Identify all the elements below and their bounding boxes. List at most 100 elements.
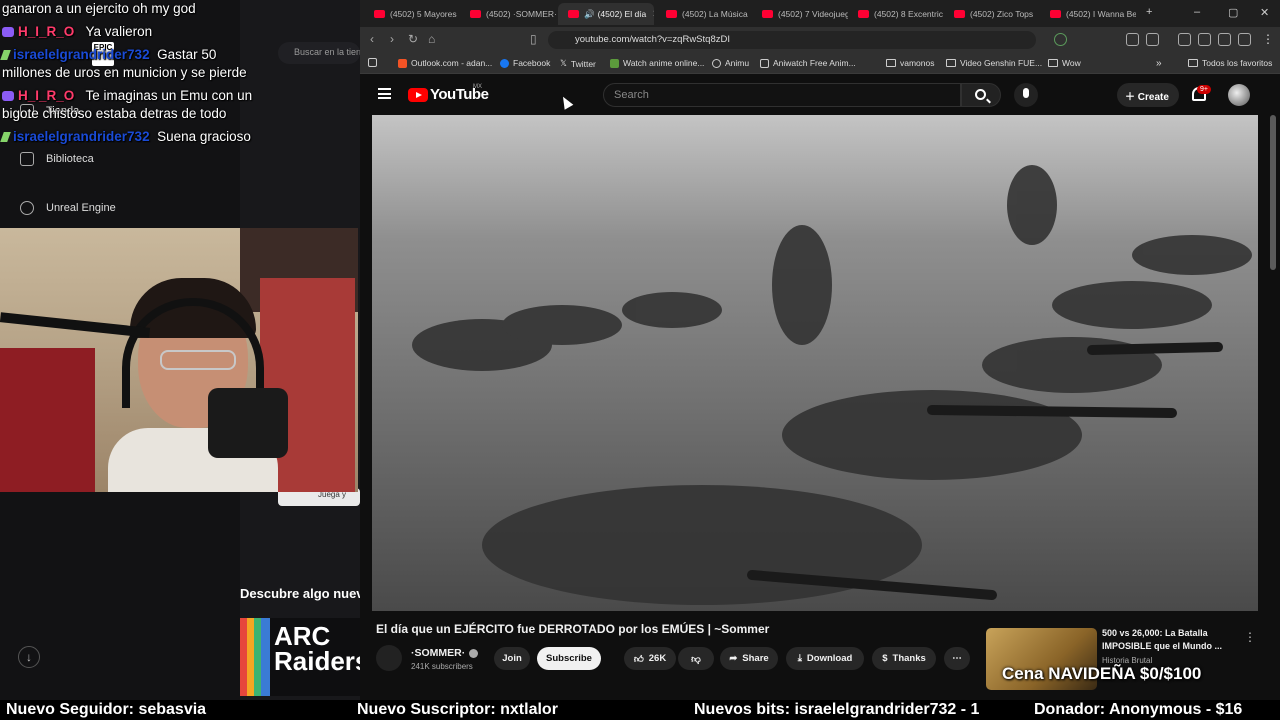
extension-icon[interactable] bbox=[1126, 33, 1139, 46]
join-button[interactable]: Join bbox=[494, 647, 530, 670]
back-icon[interactable]: ‹ bbox=[370, 32, 374, 46]
folder-icon bbox=[886, 59, 896, 67]
share-icon: ➦ bbox=[729, 653, 738, 664]
bookmark-animu[interactable]: Animu bbox=[712, 58, 749, 68]
alert-ticker: Nuevo Seguidor: sebasvia Nuevo Suscripto… bbox=[0, 700, 1280, 720]
search-button[interactable] bbox=[961, 83, 1001, 107]
cam-chair bbox=[0, 348, 95, 492]
bookmark-twitter[interactable]: 𝕏 Twitter bbox=[560, 58, 596, 69]
tab[interactable]: (4502) I Wanna Be bbox=[1040, 3, 1136, 25]
bookmarks-overflow-icon[interactable]: » bbox=[1156, 58, 1162, 69]
recommended-title[interactable]: 500 vs 26,000: La Batalla IMPOSIBLE que … bbox=[1102, 627, 1242, 653]
bookmark-icon[interactable]: ▯ bbox=[530, 32, 537, 46]
thanks-button[interactable]: $ Thanks bbox=[872, 647, 936, 670]
notification-count-badge: 9+ bbox=[1197, 85, 1211, 94]
epic-nav-library[interactable]: Biblioteca bbox=[20, 152, 94, 166]
youtube-favicon-icon bbox=[470, 10, 481, 18]
chat-message: ganaron a un ejercito oh my god bbox=[2, 1, 196, 16]
tab[interactable]: (4502) La Música bbox=[656, 3, 752, 25]
bookmark-facebook[interactable]: Facebook bbox=[500, 58, 550, 68]
ticker-bits: Nuevos bits: israelelgrandrider732 - 1 bbox=[694, 701, 980, 718]
close-window-icon[interactable]: ✕ bbox=[1260, 6, 1269, 19]
minimize-icon[interactable]: – bbox=[1194, 6, 1200, 18]
dislike-button[interactable]: 👎︎ bbox=[678, 647, 714, 670]
reload-icon[interactable]: ↻ bbox=[408, 32, 418, 46]
epic-search-input[interactable]: Buscar en la tienda bbox=[278, 42, 360, 64]
verified-icon bbox=[469, 648, 479, 658]
gamepad-badge-icon bbox=[2, 91, 14, 102]
tab[interactable]: (4502) 8 Excentric bbox=[848, 3, 944, 25]
bookmark-aniwatch[interactable]: Aniwatch Free Anim... bbox=[760, 58, 856, 68]
soldier bbox=[622, 292, 722, 328]
forward-icon[interactable]: › bbox=[390, 32, 394, 46]
tab[interactable]: (4502) 7 Videojuegos bbox=[752, 3, 848, 25]
aniwatch-icon bbox=[760, 58, 769, 68]
home-icon[interactable]: ⌂ bbox=[428, 32, 435, 46]
subscribe-button[interactable]: Subscribe bbox=[537, 647, 601, 670]
library-icon bbox=[20, 152, 34, 166]
new-tab-icon[interactable]: + bbox=[1146, 6, 1152, 18]
bookmark-outlook[interactable]: Outlook.com - adan... bbox=[398, 58, 492, 68]
extension-icon[interactable] bbox=[1146, 33, 1159, 46]
all-bookmarks-folder[interactable]: Todos los favoritos bbox=[1188, 58, 1272, 68]
music-icon[interactable] bbox=[1178, 33, 1191, 46]
channel-avatar[interactable] bbox=[376, 645, 402, 671]
epic-discover-heading: Descubre algo nuevo bbox=[240, 586, 372, 601]
close-tab-icon[interactable]: ✕ bbox=[652, 9, 654, 20]
facebook-icon bbox=[500, 58, 509, 68]
more-actions-icon[interactable]: ⋯ bbox=[944, 647, 970, 670]
bookmark-anime[interactable]: Watch anime online... bbox=[610, 58, 704, 68]
search-icon bbox=[975, 89, 986, 100]
tab-strip: (4502) 5 Mayores (4502) ·SOMMER· 🔊 (4502)… bbox=[360, 0, 1280, 27]
like-button[interactable]: 👍︎ 26K bbox=[624, 647, 676, 670]
folder-vamonos[interactable]: vamonos bbox=[886, 58, 935, 68]
webcam-feed bbox=[0, 228, 358, 492]
share-button[interactable]: ➦ Share bbox=[720, 647, 778, 670]
unreal-icon bbox=[20, 201, 34, 215]
arc-raiders-logo: ARC Raiders bbox=[274, 621, 360, 676]
account-avatar[interactable] bbox=[1228, 84, 1250, 106]
folder-wow[interactable]: Wow bbox=[1048, 58, 1081, 68]
youtube-logo-icon[interactable] bbox=[408, 88, 428, 102]
download-icon: ⤓ bbox=[797, 653, 802, 664]
download-icon[interactable]: ↓ bbox=[18, 646, 40, 668]
gamepad-badge-icon bbox=[2, 27, 14, 38]
recommended-more-icon[interactable]: ⋮ bbox=[1244, 630, 1256, 644]
create-button[interactable]: ＋ Create bbox=[1117, 83, 1179, 107]
epic-nav-unreal[interactable]: Unreal Engine bbox=[20, 201, 116, 215]
tab[interactable]: (4502) 5 Mayores bbox=[364, 3, 460, 25]
shield-icon[interactable] bbox=[1238, 33, 1251, 46]
video-player[interactable] bbox=[372, 115, 1258, 611]
folder-genshin[interactable]: Video Genshin FUE... bbox=[946, 58, 1042, 68]
menu-dots-icon[interactable]: ⋮ bbox=[1262, 32, 1274, 46]
arc-stripes bbox=[240, 618, 270, 696]
voice-search-icon[interactable] bbox=[1014, 83, 1038, 107]
download-button[interactable]: ⤓ Download bbox=[786, 647, 864, 670]
tab[interactable]: (4502) ·SOMMER· bbox=[460, 3, 556, 25]
kneeling-soldier bbox=[772, 225, 832, 345]
url-field[interactable]: youtube.com/watch?v=zqRwStq8zDI bbox=[548, 31, 1036, 49]
maximize-icon[interactable]: ▢ bbox=[1228, 6, 1238, 19]
subscriber-count: 241K subscribers bbox=[411, 662, 473, 671]
search-input[interactable]: Search bbox=[603, 83, 961, 107]
extension-icon[interactable] bbox=[1054, 33, 1067, 46]
page-scrollbar[interactable] bbox=[1270, 115, 1276, 270]
soldier-rifle bbox=[782, 390, 1082, 480]
youtube-favicon-icon bbox=[666, 10, 677, 18]
channel-name[interactable]: ·SOMMER· bbox=[411, 647, 479, 659]
arc-raiders-banner[interactable]: ARC Raiders bbox=[240, 618, 360, 696]
youtube-favicon-icon bbox=[374, 10, 385, 18]
extension-icon[interactable] bbox=[1218, 33, 1231, 46]
soldier bbox=[1052, 281, 1212, 329]
tab[interactable]: (4502) Zico Tops bbox=[944, 3, 1040, 25]
apps-icon[interactable] bbox=[368, 58, 377, 67]
machine-gun bbox=[927, 405, 1177, 418]
anime-icon bbox=[610, 58, 619, 68]
extension-icon[interactable] bbox=[1198, 33, 1211, 46]
thanks-icon: $ bbox=[882, 653, 888, 664]
youtube-favicon-icon bbox=[954, 10, 965, 18]
region-code: MX bbox=[473, 84, 482, 90]
folder-icon bbox=[1048, 59, 1058, 67]
hamburger-menu-icon[interactable] bbox=[378, 88, 391, 99]
tab-active[interactable]: 🔊(4502) El día✕ bbox=[558, 3, 654, 25]
